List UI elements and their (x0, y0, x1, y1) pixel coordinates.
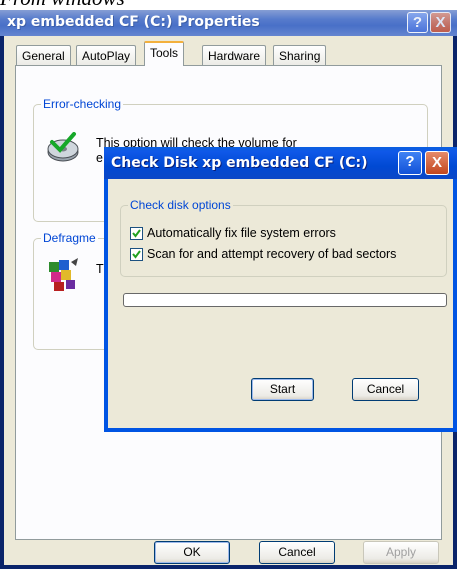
check-disk-close-button[interactable]: X (425, 151, 449, 175)
checkmark-icon (132, 250, 141, 259)
apply-button[interactable]: Apply (363, 541, 439, 564)
start-button[interactable]: Start (251, 378, 314, 401)
error-checking-label: Error-checking (41, 97, 124, 111)
defrag-label: Defragme (41, 231, 98, 245)
error-checking-text-2: e (96, 151, 103, 165)
properties-help-button[interactable]: ? (407, 12, 428, 33)
tab-autoplay[interactable]: AutoPlay (76, 45, 137, 65)
check-disk-client-area: Check disk options Automatically fix fil… (108, 179, 453, 428)
scan-sectors-checkbox[interactable] (130, 248, 143, 261)
check-disk-help-button[interactable]: ? (398, 151, 422, 175)
tab-hardware[interactable]: Hardware (202, 45, 267, 65)
properties-close-button[interactable]: X (430, 12, 451, 33)
ok-button[interactable]: OK (154, 541, 230, 564)
disk-check-icon (46, 132, 80, 166)
check-disk-title: Check Disk xp embedded CF (C:) (111, 155, 368, 171)
check-disk-options-group (120, 205, 447, 277)
cancel-button[interactable]: Cancel (259, 541, 335, 564)
check-disk-dialog: Check Disk xp embedded CF (C:) ? X Check… (104, 147, 457, 432)
scan-sectors-label[interactable]: Scan for and attempt recovery of bad sec… (147, 247, 396, 261)
properties-title: xp embedded CF (C:) Properties (7, 14, 260, 30)
tab-sharing[interactable]: Sharing (273, 45, 327, 65)
fix-errors-label[interactable]: Automatically fix file system errors (147, 226, 336, 240)
dialog-cancel-button[interactable]: Cancel (352, 378, 419, 401)
defrag-text: T (96, 262, 104, 276)
checkmark-icon (132, 229, 141, 238)
fix-errors-checkbox[interactable] (130, 227, 143, 240)
tab-tools[interactable]: Tools (144, 41, 185, 66)
check-disk-options-label: Check disk options (128, 198, 233, 212)
tab-general[interactable]: General (16, 45, 71, 65)
defrag-icon (46, 256, 80, 294)
check-disk-progress-bar (123, 293, 447, 307)
